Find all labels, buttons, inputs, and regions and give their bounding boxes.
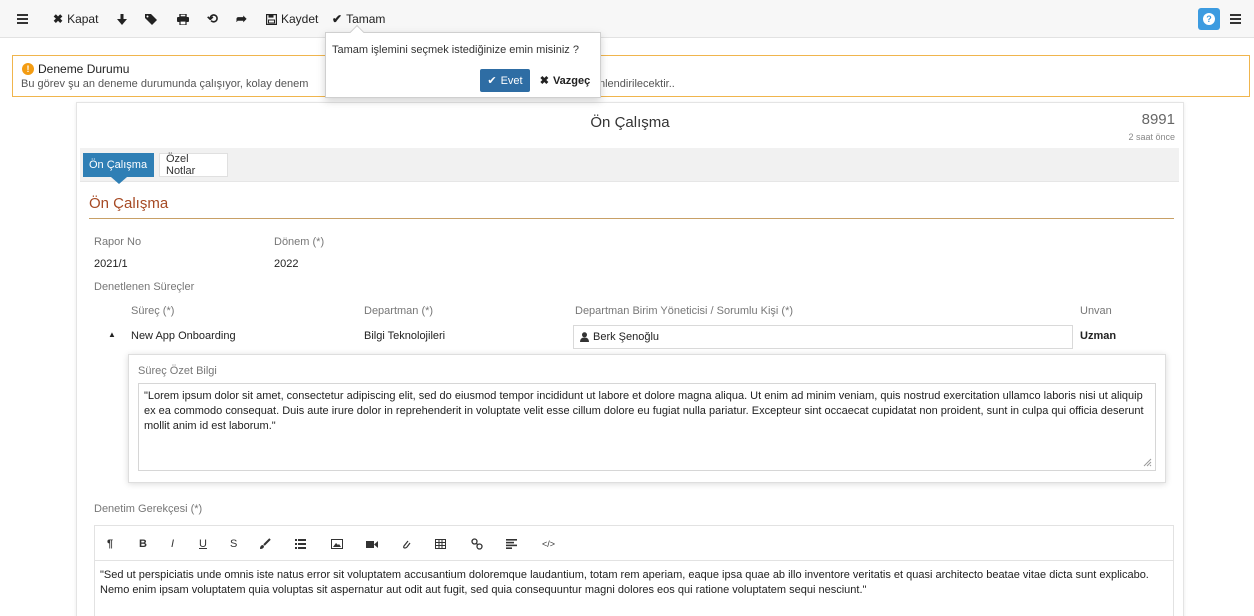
cancel-label: Vazgeç [552,74,591,87]
help-button[interactable]: ? [1198,8,1220,30]
main-card: Ön Çalışma 8991 2 saat önce Ön Çalışma Ö… [76,102,1184,616]
donem-value: 2022 [274,258,299,270]
row-unvan: Uzman [1080,330,1117,342]
confirm-cancel-button[interactable]: ✖ Vazgeç [536,69,594,92]
editor-toolbar: ¶ B I U S </> [95,526,1173,561]
donem-label: Dönem (*) [274,236,325,248]
denetlenen-label: Denetlenen Süreçler [94,281,195,293]
close-button[interactable]: ✖ Kapat [53,11,98,27]
section-divider [89,218,1174,219]
question-icon: ? [1203,13,1215,25]
attachment-icon[interactable] [401,538,411,550]
download-button[interactable] [117,11,127,27]
paragraph-icon[interactable]: ¶ [107,538,113,550]
rich-text-editor: ¶ B I U S </> "Sed ut perspiciatis unde … [94,525,1174,616]
trial-status-alert: ! Deneme Durumu Bu görev şu an deneme du… [12,55,1250,97]
yes-label: Evet [500,74,523,87]
undo-button[interactable]: ⟲ [207,11,218,27]
link-icon[interactable] [471,538,483,550]
table-icon[interactable] [435,538,446,550]
summary-textarea[interactable]: "Lorem ipsum dolor sit amet, consectetur… [138,383,1156,471]
alert-text-left: Bu görev şu an deneme durumunda çalışıyo… [21,78,309,90]
confirm-yes-button[interactable]: ✔ Evet [480,69,530,92]
save-label: Kaydet [281,12,319,26]
process-summary-panel: Süreç Özet Bilgi "Lorem ipsum dolor sit … [128,354,1166,483]
done-label: Tamam [346,12,386,26]
check-icon: ✔ [487,75,497,87]
alert-title: ! Deneme Durumu [22,62,129,76]
responsible-person-name: Berk Şenoğlu [593,331,660,343]
tab-ozel-notlar[interactable]: Özel Notlar [159,153,228,177]
editor-content[interactable]: "Sed ut perspiciatis unde omnis iste nat… [100,568,1168,598]
image-icon[interactable] [331,538,343,550]
print-button[interactable] [177,11,189,27]
close-icon: ✖ [53,12,64,26]
rapor-no-value: 2021/1 [94,258,128,270]
alert-text: Bu görev şu an deneme durumunda çalışıyo… [21,78,675,90]
alert-text-right: nlendirilecektir.. [599,78,675,90]
record-number: 8991 [1141,111,1175,128]
alert-title-text: Deneme Durumu [38,62,130,76]
paintbrush-icon[interactable] [259,538,271,550]
section-title: Ön Çalışma [89,195,169,212]
warning-icon: ! [22,63,34,75]
close-label: Kapat [67,12,99,26]
video-icon[interactable] [366,538,378,550]
col-yonetici: Departman Birim Yöneticisi / Sorumlu Kiş… [575,305,794,317]
row-departman: Bilgi Teknolojileri [364,330,446,342]
strikethrough-icon[interactable]: S [230,538,237,550]
user-icon [580,332,589,342]
code-view-icon[interactable]: </> [542,538,555,550]
options-menu-icon[interactable] [1230,11,1241,27]
print-icon [177,13,189,25]
tags-icon [145,13,157,25]
arrow-down-icon [117,13,127,25]
summary-text: "Lorem ipsum dolor sit amet, consectetur… [144,390,1144,432]
floppy-icon [266,13,277,25]
done-button[interactable]: ✔ Tamam [332,11,385,27]
check-icon: ✔ [332,12,343,26]
col-departman: Departman (*) [364,305,434,317]
close-icon: ✖ [539,75,549,87]
italic-icon[interactable]: I [171,538,174,550]
list-icon[interactable] [295,538,306,550]
bold-icon[interactable]: B [139,538,147,550]
col-surec: Süreç (*) [131,305,175,317]
tags-button[interactable] [145,11,158,27]
record-time: 2 saat önce [1128,132,1175,142]
summary-label: Süreç Özet Bilgi [138,365,217,377]
rapor-no-label: Rapor No [94,236,142,248]
tab-label: Ön Çalışma [89,159,148,171]
resize-grip-icon[interactable] [1143,458,1152,467]
responsible-person-field[interactable]: Berk Şenoğlu [573,325,1073,349]
undo-icon: ⟲ [207,11,218,26]
underline-icon[interactable]: U [199,538,207,550]
tab-label: Özel Notlar [166,153,196,177]
confirm-question: Tamam işlemini seçmek istediğinize emin … [332,44,579,56]
row-surec: New App Onboarding [131,330,236,342]
col-unvan: Unvan [1080,305,1112,317]
share-button[interactable]: ➦ [236,11,247,27]
top-toolbar: ✖ Kapat ⟲ ➦ Kaydet ✔ Tamam ? [0,0,1254,38]
gerekce-label: Denetim Gerekçesi (*) [94,503,203,515]
hamburger-menu-icon[interactable] [17,11,28,27]
card-title: Ön Çalışma [590,114,670,131]
share-icon: ➦ [236,11,247,26]
align-icon[interactable] [506,538,517,550]
confirm-popover: Tamam işlemini seçmek istediğinize emin … [325,24,601,98]
tabs-bar: Ön Çalışma Özel Notlar [80,148,1179,184]
active-tab-pointer [111,177,127,184]
collapse-caret-icon[interactable]: ▲ [108,330,116,339]
save-button[interactable]: Kaydet [266,11,318,27]
tab-on-calisma[interactable]: Ön Çalışma [83,153,154,184]
